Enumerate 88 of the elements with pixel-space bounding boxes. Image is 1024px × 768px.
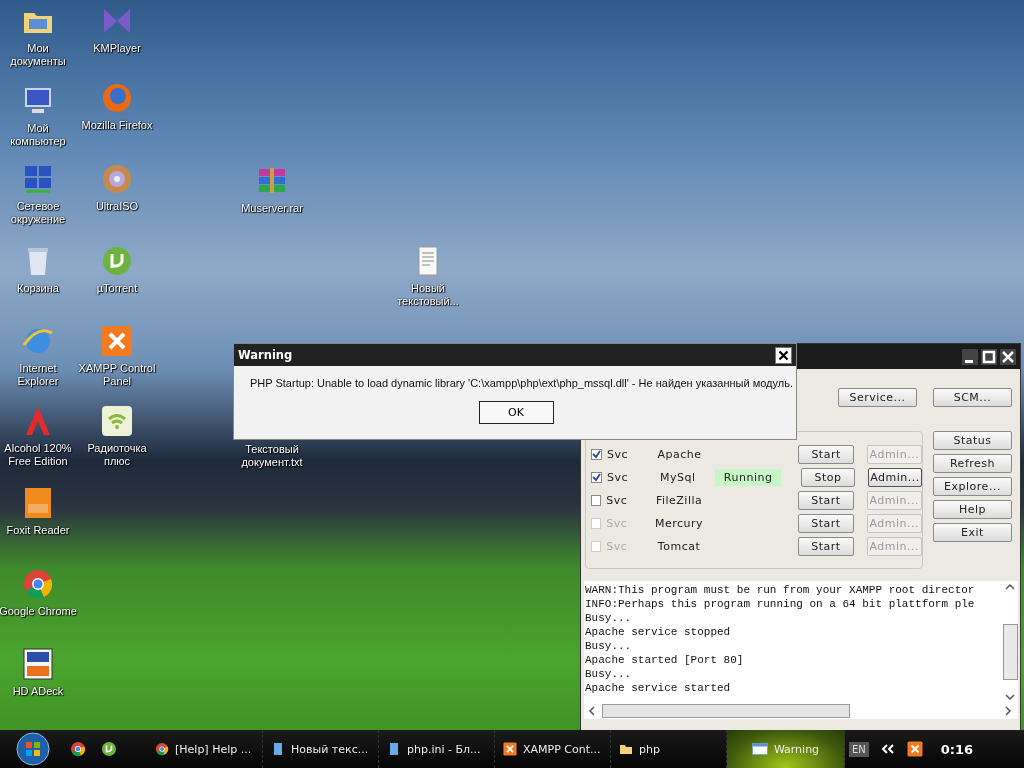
desktop-icon-label: µTorrent bbox=[95, 282, 139, 295]
desktop-icon-label: Google Chrome bbox=[0, 605, 78, 618]
svc-label: Svc bbox=[607, 471, 630, 484]
taskbar-button[interactable]: php.ini - Бл... bbox=[379, 730, 495, 768]
xampp-logo-icon bbox=[503, 742, 517, 756]
language-indicator[interactable]: EN bbox=[849, 741, 869, 757]
pdf-icon[interactable] bbox=[22, 487, 54, 519]
log-line: Apache service stopped bbox=[585, 625, 732, 639]
module-name: Tomcat bbox=[656, 540, 702, 553]
status-label: Running bbox=[715, 469, 782, 486]
close-icon[interactable] bbox=[1000, 348, 1016, 365]
module-name: FileZilla bbox=[654, 494, 704, 507]
dialog-title: Warning bbox=[238, 348, 293, 362]
window-icon bbox=[751, 743, 768, 755]
module-name: Mercury bbox=[654, 517, 705, 530]
side-button[interactable]: Status bbox=[933, 431, 1012, 450]
desktop-icon-label: Сетевое окружение bbox=[9, 200, 67, 226]
svc-label: Svc bbox=[606, 494, 629, 507]
disc-icon[interactable] bbox=[101, 163, 133, 195]
desktop-icon-label: UltraISO bbox=[94, 200, 140, 213]
svc-label: Svc bbox=[606, 540, 629, 553]
side-button[interactable]: Help bbox=[933, 500, 1012, 519]
admin-button[interactable]: Admin... bbox=[868, 468, 922, 487]
ok-button[interactable]: OK bbox=[478, 401, 554, 424]
scroll-right-icon[interactable] bbox=[1004, 706, 1012, 716]
start-stop-button[interactable]: Start bbox=[798, 445, 854, 464]
desktop-icon-label: KMPlayer bbox=[92, 42, 142, 55]
start-button-icon[interactable] bbox=[16, 732, 50, 766]
horizontal-scrollbar[interactable] bbox=[584, 703, 1018, 719]
start-stop-button[interactable]: Start bbox=[798, 491, 854, 510]
desktop-icon-label: Текстовый документ.txt bbox=[240, 443, 304, 469]
scroll-down-icon[interactable] bbox=[1005, 693, 1015, 701]
clock[interactable]: 0:16 bbox=[940, 741, 974, 757]
module-name: MySql bbox=[659, 471, 697, 484]
desktop-icon-label: Foxit Reader bbox=[5, 524, 71, 537]
side-button[interactable]: Refresh bbox=[933, 454, 1012, 473]
log-line: Busy... bbox=[585, 667, 633, 681]
module-name: Apache bbox=[656, 448, 703, 461]
svc-label: Svc bbox=[606, 517, 629, 530]
taskbar-button[interactable]: [Help] Help ... bbox=[147, 730, 263, 768]
checkbox[interactable] bbox=[591, 449, 602, 460]
document-icon bbox=[387, 742, 401, 756]
desktop-icon-label: Радиоточка плюс bbox=[86, 442, 148, 468]
xampp-logo-icon[interactable] bbox=[906, 741, 923, 757]
scroll-left-icon[interactable] bbox=[588, 706, 596, 716]
chrome-icon bbox=[155, 742, 169, 756]
mu-letter-icon[interactable] bbox=[101, 741, 117, 757]
close-icon[interactable] bbox=[775, 346, 792, 364]
side-button[interactable]: Explore... bbox=[933, 477, 1012, 496]
taskbar-button[interactable]: Новый текс... bbox=[263, 730, 379, 768]
log-line: Busy... bbox=[585, 639, 633, 653]
desktop-icon-label: Muserver.rar bbox=[240, 202, 304, 215]
svc-label: Svc bbox=[607, 448, 630, 461]
minimize-icon[interactable] bbox=[962, 348, 978, 365]
log-line: Busy... bbox=[585, 611, 633, 625]
scrollbar-thumb[interactable] bbox=[1002, 624, 1018, 680]
maximize-icon[interactable] bbox=[981, 348, 997, 365]
wifi-icon[interactable] bbox=[101, 405, 133, 437]
desktop-icon-label: Internet Explorer bbox=[16, 362, 60, 388]
checkbox[interactable] bbox=[591, 495, 602, 506]
log-line: Apache started [Port 80] bbox=[585, 653, 745, 667]
desktop-icon-label: Mozilla Firefox bbox=[80, 119, 154, 132]
log-line: WARN:This program must be run from your XAMPP root director bbox=[585, 583, 976, 597]
checkbox[interactable] bbox=[591, 472, 602, 483]
taskbar-button[interactable]: XAMPP Cont... bbox=[495, 730, 611, 768]
folder-icon bbox=[619, 742, 633, 756]
vertical-scrollbar[interactable] bbox=[1002, 581, 1018, 703]
desktop-icon-label: Мои документы bbox=[9, 42, 67, 68]
scroll-up-icon[interactable] bbox=[1005, 583, 1015, 591]
chrome-icon[interactable] bbox=[70, 741, 86, 757]
start-stop-button[interactable]: Stop bbox=[801, 468, 856, 487]
desktop-icon-label: HD ADeck bbox=[11, 685, 65, 698]
side-button[interactable]: Exit bbox=[933, 523, 1012, 542]
network-icon[interactable] bbox=[22, 163, 54, 195]
desktop-icon-label: Мой компьютер bbox=[9, 122, 67, 148]
chevron-left-icon[interactable] bbox=[880, 744, 895, 754]
toolbar-button[interactable]: Service... bbox=[838, 388, 917, 407]
log-line: INFO:Perhaps this program running on a 64 bit plattform ple bbox=[585, 597, 976, 611]
dialog-message: PHP Startup: Unable to load dynamic library 'C:\xampp\php\ext\php_mssql.dll' - Не найден указанный модуль. bbox=[250, 377, 793, 390]
desktop-icon-label: Alcohol 120% Free Edition bbox=[3, 442, 73, 468]
desktop-icon-label: Корзина bbox=[16, 282, 60, 295]
app-icon[interactable] bbox=[22, 648, 54, 680]
desktop-icon-label: XAMPP Control Panel bbox=[77, 362, 157, 388]
toolbar-button[interactable]: SCM... bbox=[933, 388, 1012, 407]
scrollbar-thumb[interactable] bbox=[602, 704, 850, 718]
document-icon bbox=[271, 742, 285, 756]
log-line: Apache service started bbox=[585, 681, 732, 695]
desktop-icon-label: Новый текстовый... bbox=[396, 282, 460, 308]
